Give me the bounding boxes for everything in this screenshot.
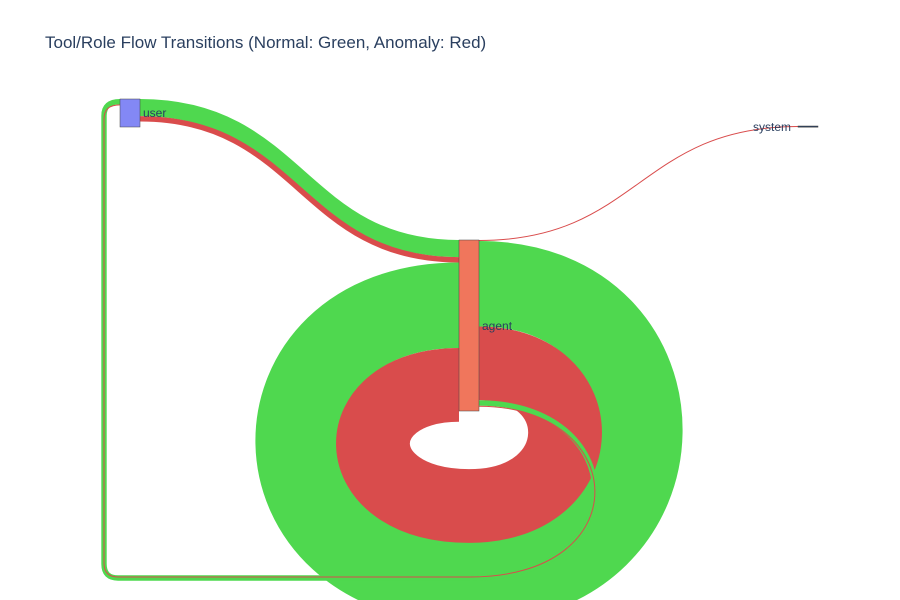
node-agent bbox=[458, 239, 480, 412]
link-user-to-agent-normal bbox=[139, 99, 460, 258]
node-label-user: user bbox=[143, 106, 166, 120]
link-agent-to-system-anomaly bbox=[478, 126, 799, 241]
node-label-system: system bbox=[753, 120, 791, 134]
node-label-agent: agent bbox=[482, 319, 513, 333]
node-system bbox=[797, 125, 819, 128]
nodes-layer bbox=[119, 98, 819, 412]
node-user bbox=[119, 98, 141, 128]
sankey-diagram: user agent system bbox=[101, 98, 819, 600]
links-layer bbox=[101, 99, 799, 600]
